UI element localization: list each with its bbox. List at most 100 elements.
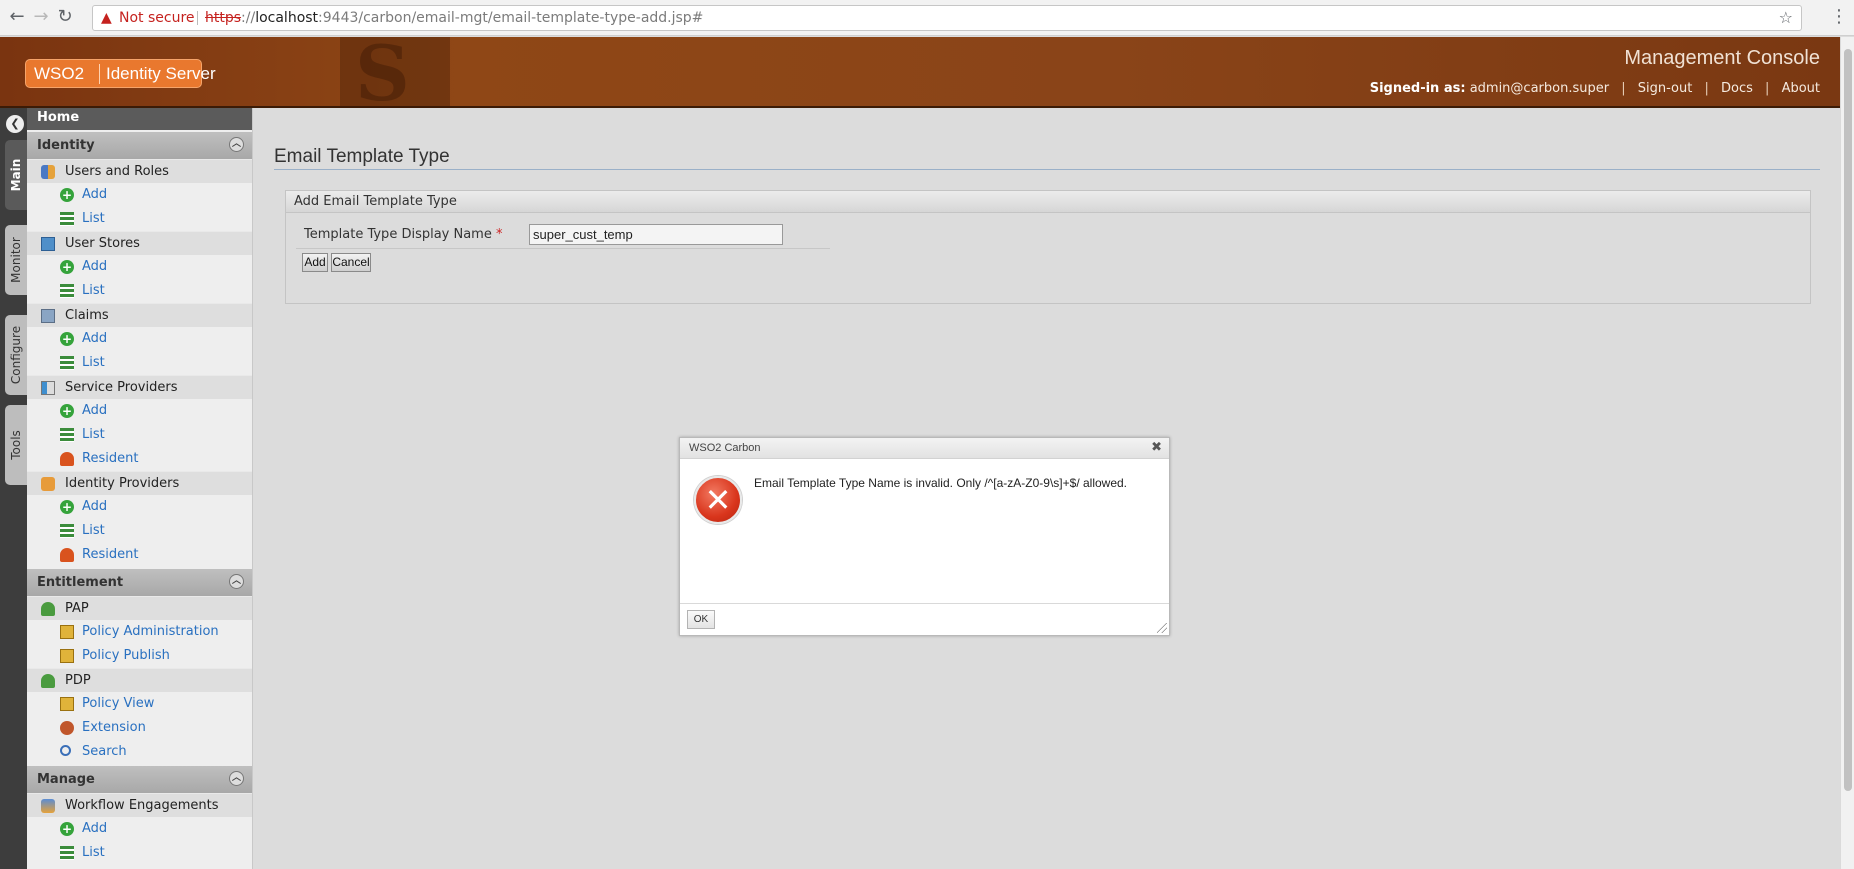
ok-button[interactable]: OK [687,610,715,629]
extension[interactable]: Extension [27,716,252,740]
error-message: Email Template Type Name is invalid. Onl… [754,476,1128,490]
service-providers-list[interactable]: List [27,423,252,447]
extension-icon [60,721,74,735]
template-name-input[interactable]: super_cust_temp [529,224,783,245]
title-divider [274,169,1820,170]
service-providers-add[interactable]: + Add [27,399,252,423]
template-name-label: Template Type Display Name * [304,227,503,242]
pdp-icon [41,674,55,688]
sidebar-home[interactable]: Home [27,108,252,130]
identity-providers-add[interactable]: + Add [27,495,252,519]
identity-provider-icon [41,477,55,491]
add-button[interactable]: Add [302,253,328,272]
panel-title: Add Email Template Type [286,191,1810,213]
policy-view[interactable]: Policy View [27,692,252,716]
dialog-footer-divider [680,603,1169,604]
pap-icon [41,602,55,616]
list-icon [60,428,74,442]
claims-add[interactable]: + Add [27,327,252,351]
resident-icon [60,548,74,562]
workflow-list[interactable]: List [27,841,252,865]
section-identity[interactable]: Identity ︿ [27,132,252,159]
star-icon[interactable]: ☆ [1779,6,1793,30]
cancel-button[interactable]: Cancel [331,253,371,272]
collapse-section-icon[interactable]: ︿ [229,771,244,786]
signed-in-bar: Signed-in as: admin@carbon.super | Sign-… [1369,81,1820,96]
warning-icon: ▲ [101,10,112,26]
policy-publish[interactable]: Policy Publish [27,644,252,668]
add-icon: + [60,188,74,202]
omnibox-separator [197,11,198,25]
user-stores-add[interactable]: + Add [27,255,252,279]
list-icon [60,356,74,370]
category-workflow-engagements: Workflow Engagements [27,793,252,817]
policy-administration[interactable]: Policy Administration [27,620,252,644]
url-text[interactable]: https://localhost:9443/carbon/email-mgt/… [205,6,703,30]
collapse-menu-icon[interactable]: ❮ [6,115,24,133]
add-icon: + [60,822,74,836]
claims-list[interactable]: List [27,351,252,375]
add-icon: + [60,260,74,274]
category-users-and-roles: Users and Roles [27,159,252,183]
workflow-add[interactable]: + Add [27,817,252,841]
list-icon [60,284,74,298]
workflow-icon [41,799,55,813]
policy-view-icon [60,697,74,711]
dialog-title[interactable]: WSO2 Carbon [680,438,1169,459]
list-icon [60,212,74,226]
sidebar-menu: Home Identity ︿ Users and Roles + Add List… [27,108,253,869]
section-manage[interactable]: Manage ︿ [27,766,252,793]
error-dialog: WSO2 Carbon ✖ ✕ Email Template Type Name… [679,437,1170,636]
vertical-tab-strip: ❮ Main Monitor Configure Tools [0,108,27,869]
address-bar[interactable]: ▲ Not secure https://localhost:9443/carb… [92,5,1802,31]
identity-providers-resident[interactable]: Resident [27,543,252,567]
page-title: Email Template Type [274,146,450,167]
tab-main[interactable]: Main [5,140,27,210]
tab-tools[interactable]: Tools [5,405,27,485]
list-icon [60,524,74,538]
resize-grip-icon[interactable] [1157,623,1167,633]
tab-configure[interactable]: Configure [5,315,27,395]
kebab-menu-icon[interactable]: ⋮ [1830,6,1848,27]
users-roles-icon [41,165,55,179]
header-decoration: S [355,29,410,118]
reload-icon[interactable]: ↻ [54,6,76,28]
signed-in-label: Signed-in as: [1369,81,1466,96]
about-link[interactable]: About [1782,81,1820,96]
tab-monitor[interactable]: Monitor [5,225,27,295]
collapse-section-icon[interactable]: ︿ [229,137,244,152]
user-stores-list[interactable]: List [27,279,252,303]
wso2-logo[interactable]: WSO2 Identity Server [25,59,216,88]
console-title: Management Console [1624,47,1820,69]
users-roles-add[interactable]: + Add [27,183,252,207]
collapse-section-icon[interactable]: ︿ [229,574,244,589]
category-service-providers: Service Providers [27,375,252,399]
close-icon[interactable]: ✖ [1151,440,1162,455]
service-providers-resident[interactable]: Resident [27,447,252,471]
category-user-stores: User Stores [27,231,252,255]
section-entitlement[interactable]: Entitlement ︿ [27,569,252,596]
back-icon[interactable]: ← [6,6,28,28]
forward-icon[interactable]: → [30,6,52,28]
add-icon: + [60,404,74,418]
add-icon: + [60,332,74,346]
category-claims: Claims [27,303,252,327]
error-icon: ✕ [694,476,742,524]
policy-icon [60,625,74,639]
claims-icon [41,309,55,323]
sign-out-link[interactable]: Sign-out [1638,81,1693,96]
search[interactable]: Search [27,740,252,764]
app-header: S WSO2 Identity Server Management Consol… [0,29,1840,118]
form-divider [296,248,830,249]
category-pap: PAP [27,596,252,620]
docs-link[interactable]: Docs [1721,81,1753,96]
users-roles-list[interactable]: List [27,207,252,231]
scroll-thumb[interactable] [1844,49,1852,791]
signed-in-user: admin@carbon.super [1469,81,1610,96]
list-icon [60,846,74,860]
resident-icon [60,452,74,466]
service-provider-icon [41,381,55,395]
scrollbar[interactable] [1840,37,1854,869]
identity-providers-list[interactable]: List [27,519,252,543]
security-label[interactable]: Not secure [119,6,195,30]
